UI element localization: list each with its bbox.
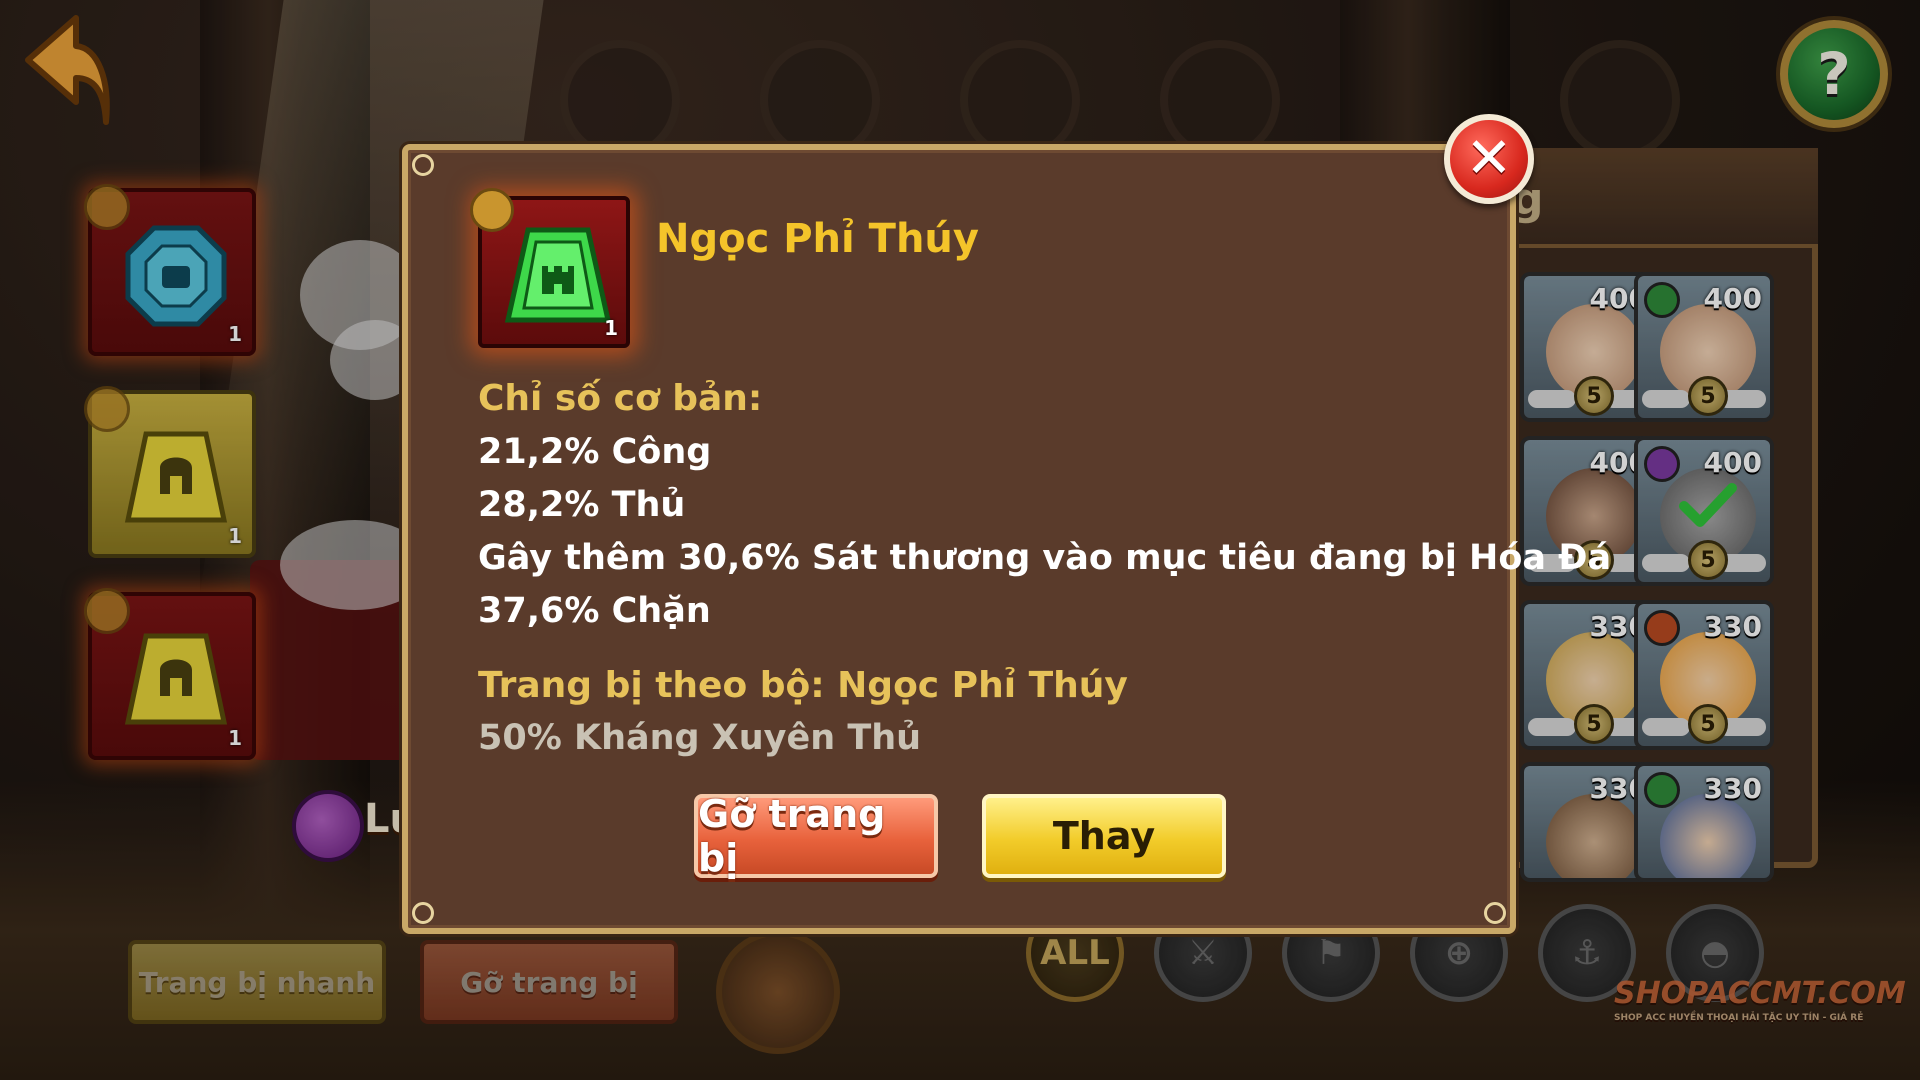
stat-line: 37,6% Chặn (478, 591, 711, 631)
corner-ornament (1484, 902, 1506, 924)
stat-line: 28,2% Thủ (478, 485, 686, 525)
base-stats-title: Chỉ số cơ bản: (478, 378, 763, 419)
close-icon: ✕ (1465, 126, 1513, 191)
corner-ornament (412, 154, 434, 176)
set-bonus-title: Trang bị theo bộ: Ngọc Phỉ Thúy (478, 665, 1128, 706)
green-castle-gem-icon (504, 227, 612, 323)
item-quantity: 1 (604, 316, 618, 340)
replace-button[interactable]: Thay (982, 794, 1226, 878)
item-icon-frame: 1 (470, 188, 630, 348)
unequip-button[interactable]: Gỡ trang bị (694, 792, 938, 880)
item-name: Ngọc Phỉ Thúy (656, 216, 979, 262)
corner-ornament (412, 902, 434, 924)
close-button[interactable]: ✕ (1444, 114, 1534, 204)
set-bonus-value: 50% Kháng Xuyên Thủ (478, 718, 922, 758)
stat-line: Gây thêm 30,6% Sát thương vào mục tiêu đ… (478, 538, 1612, 578)
stat-line: 21,2% Công (478, 432, 712, 472)
